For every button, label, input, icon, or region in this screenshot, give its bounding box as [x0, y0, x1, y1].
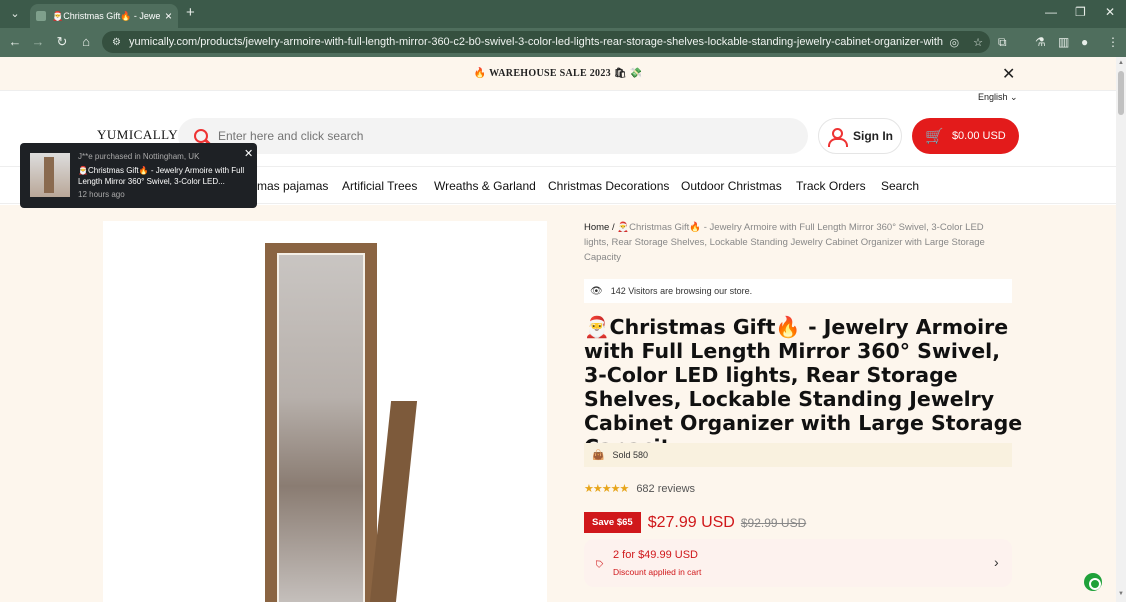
- eye-icon: 👁: [590, 285, 603, 297]
- product-image[interactable]: [103, 221, 547, 602]
- sold-text: Sold 580: [612, 450, 648, 460]
- back-icon[interactable]: ←: [7, 34, 23, 49]
- search-input[interactable]: [218, 129, 778, 143]
- nav-item-search[interactable]: Search: [881, 179, 919, 193]
- window-close-icon[interactable]: ✕: [1105, 5, 1115, 19]
- page-scrollbar[interactable]: ▲ ▼: [1116, 57, 1126, 602]
- nav-item-wreaths[interactable]: Wreaths & Garland: [434, 179, 536, 193]
- web-page: 🔥 WAREHOUSE SALE 2023 🛍 💸 ✕ English ⌄ YU…: [0, 57, 1116, 602]
- armoire-mirror: [277, 253, 365, 602]
- purchase-notification[interactable]: J**e purchased in Nottingham, UK 🎅Christ…: [20, 143, 257, 208]
- compare-price: $92.99 USD: [740, 515, 807, 530]
- site-info-icon[interactable]: ⚙: [112, 37, 121, 48]
- profile-icon[interactable]: ●: [1081, 35, 1088, 49]
- sign-in-button[interactable]: Sign In: [818, 118, 902, 154]
- extensions-icon[interactable]: ⧉: [998, 35, 1007, 50]
- breadcrumb: Home / 🎅Christmas Gift🔥 - Jewelry Armoir…: [584, 220, 1004, 265]
- language-label: English: [978, 92, 1008, 102]
- breadcrumb-home[interactable]: Home /: [584, 222, 615, 233]
- tracking-protection-icon[interactable]: ◎: [950, 36, 960, 49]
- save-badge: Save $65: [584, 512, 641, 533]
- announcement-bar: 🔥 WAREHOUSE SALE 2023 🛍 💸 ✕: [0, 57, 1116, 91]
- user-icon: [827, 127, 848, 147]
- new-tab-button[interactable]: +: [186, 4, 195, 21]
- site-logo[interactable]: YUMICALLY: [97, 127, 178, 143]
- nav-item-artificial-trees[interactable]: Artificial Trees: [342, 179, 417, 193]
- favicon-icon: [36, 11, 46, 21]
- cart-total: $0.00 USD: [951, 130, 1006, 142]
- product-title: 🎅Christmas Gift🔥 - Jewelry Armoire with …: [584, 315, 1023, 459]
- cart-icon: 🛒: [925, 128, 944, 145]
- browser-tab-strip: ⌄ 🎅Christmas Gift🔥 - Jewelry A × + — ❐ ✕: [0, 0, 1126, 28]
- visitors-counter: 👁 142 Visitors are browsing our store.: [584, 279, 1012, 303]
- price-row: Save $65 $27.99 USD $92.99 USD: [584, 512, 806, 533]
- tag-icon: ⌂: [589, 554, 607, 571]
- reload-icon[interactable]: ↻: [54, 34, 70, 50]
- chevron-right-icon[interactable]: ›: [994, 554, 999, 570]
- scroll-up-icon[interactable]: ▲: [1118, 60, 1124, 66]
- tab-list-button[interactable]: ⌄: [6, 5, 24, 23]
- sign-in-label: Sign In: [853, 129, 893, 143]
- side-panel-icon[interactable]: ▥: [1058, 35, 1069, 49]
- maximize-icon[interactable]: ❐: [1075, 5, 1086, 19]
- labs-icon[interactable]: ⚗: [1035, 35, 1046, 49]
- bag-icon: 👜: [592, 449, 605, 461]
- browser-tab[interactable]: 🎅Christmas Gift🔥 - Jewelry A ×: [30, 4, 178, 28]
- address-bar[interactable]: ⚙ yumically.com/products/jewelry-armoire…: [102, 31, 990, 53]
- tab-title: 🎅Christmas Gift🔥 - Jewelry A: [52, 10, 161, 21]
- url-text[interactable]: yumically.com/products/jewelry-armoire-w…: [129, 36, 943, 48]
- notification-buyer: J**e purchased in Nottingham, UK: [78, 152, 200, 161]
- menu-icon[interactable]: ⋮: [1107, 35, 1119, 49]
- nav-item-christmas-decorations[interactable]: Christmas Decorations: [548, 179, 669, 193]
- notification-close-icon[interactable]: ✕: [244, 147, 253, 160]
- search-bar[interactable]: [178, 118, 808, 154]
- home-icon[interactable]: ⌂: [78, 34, 94, 49]
- scrollbar-thumb[interactable]: [1118, 71, 1124, 115]
- review-count[interactable]: 682 reviews: [636, 483, 695, 495]
- tab-close-icon[interactable]: ×: [165, 9, 172, 23]
- nav-item-pajamas[interactable]: mas pajamas: [257, 179, 328, 193]
- bundle-offer[interactable]: ⌂ 2 for $49.99 USD Discount applied in c…: [584, 539, 1012, 587]
- cart-button[interactable]: 🛒 $0.00 USD: [912, 118, 1019, 154]
- breadcrumb-current: 🎅Christmas Gift🔥 - Jewelry Armoire with …: [584, 222, 985, 263]
- minimize-icon[interactable]: —: [1045, 5, 1057, 19]
- search-icon[interactable]: [194, 129, 208, 143]
- product-rating[interactable]: ★★★★★ 682 reviews: [584, 482, 695, 496]
- rating-stars: ★★★★★: [584, 483, 629, 495]
- notification-time: 12 hours ago: [78, 190, 125, 199]
- nav-item-track-orders[interactable]: Track Orders: [796, 179, 866, 193]
- visitors-text: 142 Visitors are browsing our store.: [610, 286, 753, 296]
- nav-item-outdoor-christmas[interactable]: Outdoor Christmas: [681, 179, 782, 193]
- forward-icon[interactable]: →: [30, 34, 46, 49]
- announcement-close-icon[interactable]: ✕: [1002, 64, 1015, 84]
- scroll-down-icon[interactable]: ▼: [1118, 591, 1124, 597]
- notification-product: 🎅Christmas Gift🔥 - Jewelry Armoire with …: [78, 166, 245, 186]
- language-selector[interactable]: English ⌄: [978, 92, 1018, 103]
- notification-product-thumbnail: [30, 153, 70, 197]
- bookmark-star-icon[interactable]: ☆: [973, 36, 983, 49]
- sold-count: 👜 Sold 580: [584, 443, 1012, 467]
- sale-price: $27.99 USD: [647, 513, 735, 531]
- bundle-offer-note: Discount applied in cart: [613, 567, 702, 577]
- announcement-text: 🔥 WAREHOUSE SALE 2023 🛍 💸: [473, 68, 643, 79]
- bundle-offer-title: 2 for $49.99 USD: [613, 549, 698, 561]
- chat-widget-icon[interactable]: [1084, 573, 1102, 591]
